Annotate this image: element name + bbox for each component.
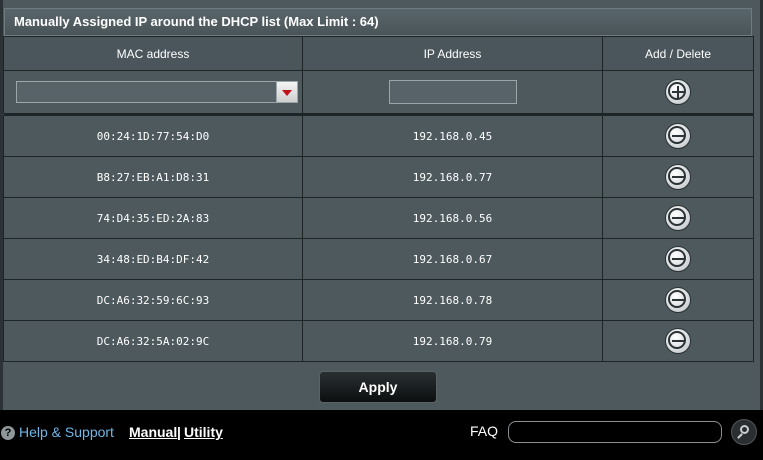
mac-address-input[interactable] [17,82,283,102]
table-row: 74:D4:35:ED:2A:83 192.168.0.56 [3,197,754,239]
table-row: 34:48:ED:B4:DF:42 192.168.0.67 [3,238,754,280]
mac-cell: 00:24:1D:77:54:D0 [3,115,303,157]
utility-link[interactable]: Utility [184,424,223,440]
mac-cell: B8:27:EB:A1:D8:31 [3,156,303,198]
ip-cell: 192.168.0.78 [302,279,603,321]
mac-cell: DC:A6:32:59:6C:93 [3,279,303,321]
assigned-rows: 00:24:1D:77:54:D0 192.168.0.45 B8:27:EB:A1… [3,115,754,362]
ip-cell: 192.168.0.45 [302,115,603,157]
table-header-row: MAC address IP Address Add / Delete [3,36,754,71]
dropdown-arrow-icon[interactable] [276,82,297,102]
minus-circle-icon[interactable] [665,287,691,313]
help-support-link[interactable]: Help & Support [19,424,114,440]
section-title: Manually Assigned IP around the DHCP lis… [4,8,752,36]
header-add-delete: Add / Delete [602,36,754,71]
table-row: B8:27:EB:A1:D8:31 192.168.0.77 [3,156,754,198]
minus-circle-icon[interactable] [665,328,691,354]
minus-circle-icon[interactable] [665,246,691,272]
header-mac: MAC address [3,36,303,71]
plus-circle-icon[interactable] [665,79,691,105]
ip-address-input[interactable] [388,80,517,104]
manual-ip-table: MAC address IP Address Add / Delete 00:2… [3,36,754,362]
manual-link[interactable]: Manual [129,424,177,440]
table-row: 00:24:1D:77:54:D0 192.168.0.45 [3,115,754,157]
mac-cell: 34:48:ED:B4:DF:42 [3,238,303,280]
faq-label: FAQ [470,423,499,439]
ip-cell: 192.168.0.77 [302,156,603,198]
search-icon[interactable] [731,419,757,445]
mac-cell: DC:A6:32:5A:02:9C [3,320,303,362]
table-row: DC:A6:32:5A:02:9C 192.168.0.79 [3,320,754,362]
mac-address-combobox[interactable] [16,81,298,103]
footer-bar: ? Help & Support Manual | Utility FAQ [0,410,763,460]
mac-cell: 74:D4:35:ED:2A:83 [3,197,303,239]
new-entry-row [3,70,754,114]
faq-search-input[interactable] [508,421,722,443]
ip-cell: 192.168.0.67 [302,238,603,280]
minus-circle-icon[interactable] [665,123,691,149]
help-question-icon: ? [1,426,15,440]
minus-circle-icon[interactable] [665,205,691,231]
ip-cell: 192.168.0.79 [302,320,603,362]
footer-separator: | [177,424,181,440]
ip-cell: 192.168.0.56 [302,197,603,239]
header-ip: IP Address [302,36,603,71]
minus-circle-icon[interactable] [665,164,691,190]
table-row: DC:A6:32:59:6C:93 192.168.0.78 [3,279,754,321]
apply-button[interactable]: Apply [319,371,437,403]
